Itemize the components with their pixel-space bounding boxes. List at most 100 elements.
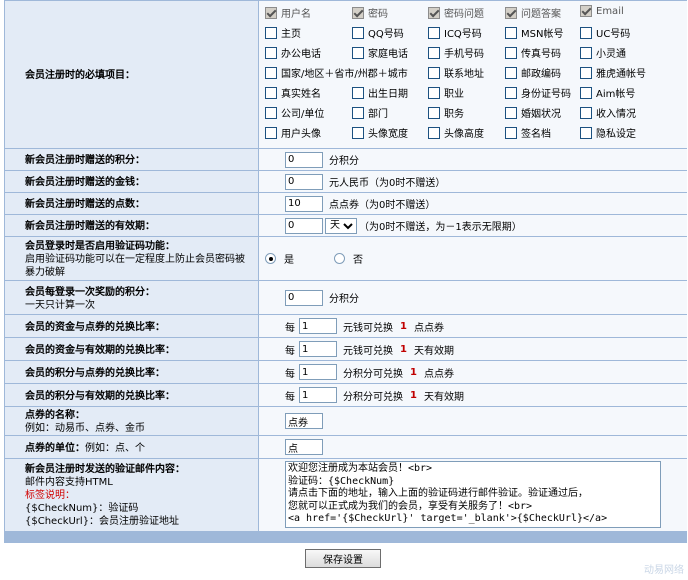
coupon-gift-input[interactable] [285,195,323,212]
required-field-option[interactable]: 办公电话 [265,45,321,60]
coupon-gift-unit: 点点券（为0时不赠送） [329,200,436,211]
points-to-validity-row: 会员的积分与有效期的兑换比率： 每 分积分可兑换 1 天有效期 [5,384,687,406]
verify-mail-textarea[interactable] [285,461,661,528]
checkbox[interactable] [352,86,364,99]
checkbox[interactable] [428,46,440,59]
required-field-option[interactable]: 家庭电话 [352,45,408,60]
checkbox[interactable] [505,126,517,139]
coupon-unit-input[interactable] [285,439,323,455]
save-settings-button[interactable]: 保存设置 [305,549,381,568]
required-field-option[interactable]: 职务 [428,105,464,120]
verify-mail-row: 新会员注册时发送的验证邮件内容： 邮件内容支持HTML 标签说明： {$Chec… [5,459,687,531]
required-field-option[interactable]: 职业 [428,85,464,100]
points-to-coupon-prefix: 每 [285,368,295,380]
required-field-option[interactable]: 手机号码 [428,45,484,60]
checkbox[interactable] [580,126,592,139]
required-field-option[interactable]: 头像高度 [428,125,484,140]
required-field-option[interactable]: 身份证号码 [505,85,571,100]
checkbox[interactable] [428,86,440,99]
checkbox-label: 用户头像 [281,129,321,140]
checkbox [505,6,517,19]
checkbox[interactable] [265,126,277,139]
required-field-option[interactable]: 雅虎通帐号 [580,65,646,80]
points-gift-input[interactable] [285,151,323,168]
required-field-option[interactable]: 邮政编码 [505,65,561,80]
checkbox[interactable] [580,86,592,99]
checkbox-label: Email [596,5,624,17]
required-field-option[interactable]: 收入情况 [580,105,636,120]
money-to-coupon-unit: 点点券 [413,322,444,334]
checkbox[interactable] [352,126,364,139]
checkbox[interactable] [428,106,440,119]
required-field-option[interactable]: ICQ号码 [428,25,482,40]
captcha-yes-radio[interactable] [265,253,276,264]
required-field-option[interactable]: 主页 [265,25,301,40]
checkbox[interactable] [505,86,517,99]
coupon-name-row: 点券的名称： 例如：动易币、点券、金币 [5,407,687,435]
checkbox[interactable] [505,26,517,39]
money-gift-row: 新会员注册时赠送的金钱： 元人民币（为0时不赠送） [5,171,687,192]
points-to-coupon-input[interactable] [299,364,337,380]
money-to-validity-input[interactable] [299,341,337,357]
captcha-no-radio[interactable] [334,253,345,264]
checkbox-label: 公司/单位 [281,109,325,120]
points-to-coupon-mid: 分积分可兑换 [343,368,403,380]
money-gift-input[interactable] [285,173,323,190]
checkbox[interactable] [352,46,364,59]
login-points-row: 会员每登录一次奖励的积分： 一天只计算一次 分积分 [5,281,687,314]
money-to-coupon-row: 会员的资金与点券的兑换比率： 每 元钱可兑换 1 点点券 [5,315,687,337]
validity-unit-select[interactable]: 天 [325,217,357,234]
points-to-validity-unit: 天有效期 [423,391,464,403]
checkbox[interactable] [428,66,440,79]
required-field-option[interactable]: 头像宽度 [352,125,408,140]
required-field-option[interactable]: UC号码 [580,25,630,40]
checkbox[interactable] [352,106,364,119]
checkbox[interactable] [428,126,440,139]
required-field-option[interactable]: 国家/地区＋省市/州郡＋城市 [265,65,408,80]
checkbox-label: 用户名 [281,9,311,20]
points-to-coupon-row: 会员的积分与点券的兑换比率： 每 分积分可兑换 1 点点券 [5,361,687,383]
money-to-validity-unit: 天有效期 [413,345,454,357]
checkbox[interactable] [265,106,277,119]
checkbox[interactable] [428,26,440,39]
checkbox-label: 邮政编码 [521,69,561,80]
points-to-validity-num: 1 [410,389,417,401]
required-field-option[interactable]: QQ号码 [352,25,404,40]
required-field-option[interactable]: 联系地址 [428,65,484,80]
required-fields-row: 会员注册时的必填项目： 用户名 密码 密码问题 问题答案 Email 主页 QQ号码 ICQ号… [5,1,687,148]
checkbox[interactable] [265,66,277,79]
checkbox[interactable] [265,26,277,39]
coupon-unit-example: 例如：点、个 [85,442,145,454]
required-field-option[interactable]: 小灵通 [580,45,626,60]
required-field-option[interactable]: 真实姓名 [265,85,321,100]
required-field-option[interactable]: 隐私设定 [580,125,636,140]
points-to-validity-input[interactable] [299,387,337,403]
checkbox[interactable] [265,86,277,99]
required-field-option[interactable]: 公司/单位 [265,105,324,120]
required-field-option[interactable]: 用户头像 [265,125,321,140]
verify-mail-tag-checknum: {$CheckNum}：验证码 [25,503,139,514]
checkbox[interactable] [580,66,592,79]
required-field-option: 密码 [352,5,388,20]
required-field-option[interactable]: 部门 [352,105,388,120]
coupon-name-input[interactable] [285,413,323,429]
checkbox [428,6,440,19]
required-field-option[interactable]: 传真号码 [505,45,561,60]
required-field-option[interactable]: MSN帐号 [505,25,563,40]
checkbox[interactable] [505,46,517,59]
required-field-option[interactable]: Aim帐号 [580,85,635,100]
checkbox[interactable] [352,26,364,39]
checkbox[interactable] [505,106,517,119]
checkbox[interactable] [580,106,592,119]
checkbox[interactable] [505,66,517,79]
required-field-option[interactable]: 签名档 [505,125,551,140]
required-field-option[interactable]: 婚姻状况 [505,105,561,120]
checkbox[interactable] [265,46,277,59]
money-to-coupon-input[interactable] [299,318,337,334]
checkbox[interactable] [580,26,592,39]
checkbox[interactable] [580,46,592,59]
validity-gift-input[interactable] [285,217,323,234]
required-field-option[interactable]: 出生日期 [352,85,408,100]
checkbox-label: 真实姓名 [281,89,321,100]
login-points-input[interactable] [285,289,323,306]
